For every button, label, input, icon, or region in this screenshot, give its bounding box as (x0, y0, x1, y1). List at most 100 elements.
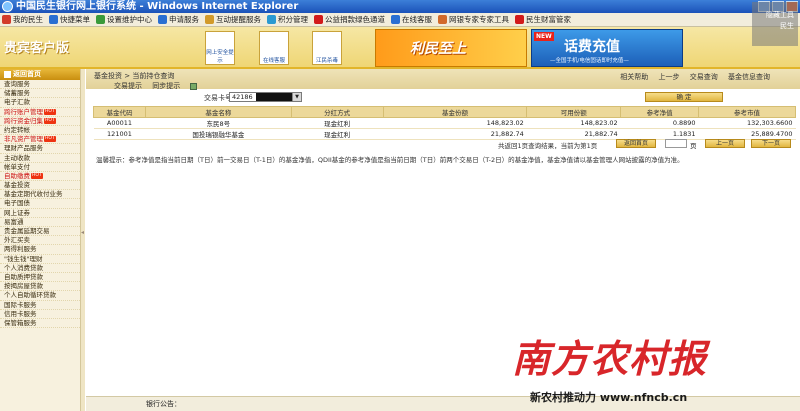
promo-ad-banner[interactable]: 利民至上 (375, 29, 527, 67)
sidebar-menu: 查询服务 储蓄服务 电子汇款 跨行账户管理 HOT 跨行资金归集 HOT 约定转帐 非凡资产管理… (0, 80, 80, 329)
column-header: 基金名称 (144, 106, 292, 118)
sidebar-item[interactable]: 电子汇款 (0, 98, 80, 108)
table-header-row: 基金代码 基金名称 分红方式 基金份额 可用份额 参考净值 参考市值 (93, 106, 796, 118)
links-bar-label: 积分管理 (278, 15, 308, 24)
table-cell: 现金红利 (291, 128, 384, 140)
refresh-icon[interactable] (190, 82, 198, 90)
sidebar-item[interactable]: 按揭房屋贷款 (0, 282, 80, 292)
card-number-select[interactable]: 42186 ▼ (229, 92, 302, 102)
tab-trade-tip[interactable]: 交易提示 (114, 82, 142, 90)
sidebar-item-label: 网上证券 (4, 208, 30, 217)
trade-query-link[interactable]: 交易查询 (690, 73, 718, 81)
sidebar-item[interactable]: 非凡资产管理 HOT (0, 135, 80, 145)
sidebar-item[interactable]: 电子国债 (0, 199, 80, 209)
banner: 贵宾客户版 网上安全提示 在线客服 江民杀毒 利民至上 NEW 话费充值 —全国… (0, 27, 800, 69)
star-icon (267, 15, 276, 24)
table-row[interactable]: 121001 国投瑞银融华基金 现金红利 21,882.74 21,882.74 1.18… (93, 128, 796, 140)
confirm-button[interactable]: 确 定 (645, 92, 723, 102)
sidebar-item[interactable]: 储蓄服务 (0, 89, 80, 99)
links-bar-item[interactable]: 我的民生 (2, 14, 43, 25)
phone-recharge-subtitle: —全国手机/电信固话即时充值— (550, 58, 629, 64)
ie-icon (2, 1, 13, 12)
sidebar-item[interactable]: 易富通 (0, 218, 80, 227)
column-header: 分红方式 (290, 106, 384, 118)
sidebar-splitter[interactable]: ◂ (81, 69, 85, 411)
sidebar-item[interactable]: 自助质押贷款 (0, 273, 80, 283)
fund-info-link[interactable]: 基金信息查询 (728, 73, 770, 81)
sidebar-item[interactable]: 个人消费贷款 (0, 264, 80, 273)
sidebar-item-label: 自助缴费 (4, 171, 30, 180)
sidebar-item-label: 按揭房屋贷款 (4, 282, 43, 291)
table-cell: 0.8890 (620, 117, 699, 129)
antivirus-icon[interactable]: 江民杀毒 (312, 31, 342, 65)
crumb-bar: 基金投资 > 当前持仓查询 交易提示 同步提示 相关帮助 上一步 交易查询 基金… (86, 69, 800, 90)
links-bar-item[interactable]: 网银专家专家工具 (438, 14, 509, 25)
sidebar-item[interactable]: 国际卡服务 (0, 301, 80, 310)
sidebar-item[interactable]: 自助缴费 HOT (0, 171, 80, 182)
redaction-block (256, 93, 292, 101)
page-unit-label: 页 (690, 142, 697, 150)
table-cell: 148,823.02 (383, 117, 527, 129)
links-bar-item[interactable]: 在线客服 (391, 14, 432, 25)
home-icon (4, 71, 11, 78)
links-bar-item[interactable]: 民生财富管家 (515, 14, 571, 25)
sidebar-item[interactable]: 基金投资 (0, 181, 80, 191)
column-header: 参考净值 (620, 106, 700, 118)
fund-holdings-table: 基金代码 基金名称 分红方式 基金份额 可用份额 参考净值 参考市值 A00011 东民8号现… (93, 106, 796, 140)
links-bar-item[interactable]: 积分管理 (267, 14, 308, 25)
links-bar-item[interactable]: 公益捐款绿色通道 (314, 14, 385, 25)
links-bar-item[interactable]: 设置维护中心 (96, 14, 152, 25)
first-page-button[interactable]: 返回首页 (616, 139, 656, 148)
home-link[interactable]: 返回首页 (0, 69, 80, 80)
table-cell: 132,303.6600 (698, 117, 796, 129)
security-tip-icon[interactable]: 网上安全提示 (205, 31, 235, 65)
links-bar-item[interactable]: 互动提醒服务 (205, 14, 261, 25)
table-row[interactable]: A00011 东民8号 现金红利 148,823.02 148,823.02 0.8890… (93, 117, 796, 129)
links-bar-item[interactable]: 申请服务 (158, 14, 199, 25)
page-number-input[interactable] (665, 139, 687, 148)
online-service-icon[interactable]: 在线客服 (259, 31, 289, 65)
form-icon (158, 15, 167, 24)
hidden-toolbar-overlay[interactable]: 隐藏工具 民生 (752, 2, 798, 46)
sidebar-item-label: 查询服务 (4, 80, 30, 88)
sidebar-item[interactable]: 理财产品服务 (0, 144, 80, 154)
sidebar-item[interactable]: 查询服务 (0, 80, 80, 90)
notice-text: 温馨提示：参考净值是指当前日期（T日）前一交易日（T-1日）的基金净值，QDII… (96, 156, 684, 164)
links-bar-label: 公益捐款绿色通道 (325, 15, 385, 24)
new-badge: NEW (534, 32, 554, 41)
sidebar-item[interactable]: "钱生钱"理财 (0, 255, 80, 264)
sidebar-item[interactable]: 主动收款 (0, 154, 80, 163)
links-bar-item[interactable]: 快捷菜单 (49, 14, 90, 25)
sidebar-item[interactable]: 个人自助循环贷款 (0, 291, 80, 301)
sidebar-item-label: 国际卡服务 (4, 300, 37, 309)
next-page-button[interactable]: 下一页 (751, 139, 791, 148)
column-header: 参考市值 (698, 106, 796, 118)
tab-sync-tip[interactable]: 同步提示 (152, 82, 180, 90)
table-cell: A00011 (93, 117, 146, 129)
back-link[interactable]: 上一步 (659, 73, 680, 81)
sidebar-item-label: 跨行账户管理 (4, 107, 43, 116)
chevron-down-icon[interactable]: ▼ (292, 93, 301, 101)
help-link[interactable]: 相关帮助 (620, 73, 648, 81)
column-header: 可用份额 (526, 106, 622, 118)
sidebar-item-label: 基金投资 (4, 181, 30, 190)
sidebar-item[interactable]: 约定转帐 (0, 126, 80, 136)
sidebar-item[interactable]: 跨行账户管理 HOT (0, 108, 80, 117)
sidebar-item[interactable]: 保管箱服务 (0, 319, 80, 329)
column-header: 基金代码 (93, 106, 146, 118)
sidebar-item[interactable]: 基金定期代收付业务 (0, 190, 80, 200)
prev-page-button[interactable]: 上一页 (705, 139, 745, 148)
links-bar-label: 网银专家专家工具 (449, 15, 509, 24)
sidebar-item[interactable]: 跨行资金归集 HOT (0, 117, 80, 126)
sidebar-item-label: 跨行资金归集 (4, 116, 43, 125)
sidebar-item[interactable]: 信用卡服务 (0, 310, 80, 319)
sidebar-item-label: "钱生钱"理财 (4, 254, 43, 263)
sidebar-item[interactable]: 外汇买卖 (0, 236, 80, 246)
sidebar-item[interactable]: 贵金属延期交易 (0, 227, 80, 237)
sidebar-item[interactable]: 帐单支付 (0, 163, 80, 172)
online-service-caption: 在线客服 (262, 58, 285, 64)
phone-recharge-ad[interactable]: NEW 话费充值 —全国手机/电信固话即时充值— (531, 29, 683, 67)
sidebar-item[interactable]: 网上证券 (0, 209, 80, 218)
table-cell: 1.1831 (620, 128, 699, 140)
sidebar-item[interactable]: 两得利服务 (0, 245, 80, 255)
